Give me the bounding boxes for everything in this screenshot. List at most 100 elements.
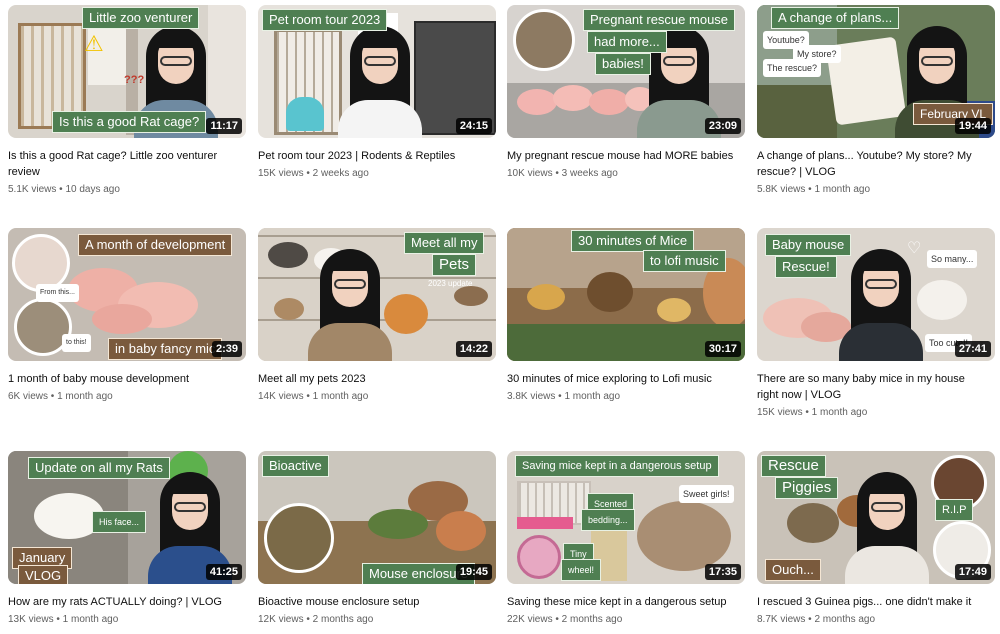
- video-card[interactable]: ⚠ ??? Little zoo venturer Is this a good…: [8, 5, 246, 197]
- video-card[interactable]: Meet all my Pets 2023 update 14:22 Meet …: [258, 228, 496, 404]
- video-thumbnail[interactable]: Bioactive Mouse enclosure 19:45: [258, 451, 496, 584]
- meta-separator: •: [555, 168, 559, 179]
- video-meta: 12K views • 2 months ago: [258, 613, 496, 627]
- video-thumbnail[interactable]: Saving mice kept in a dangerous setup Sc…: [507, 451, 745, 584]
- video-title[interactable]: 1 month of baby mouse development: [8, 371, 246, 387]
- video-card[interactable]: Rescue Piggies R.I.P Ouch... 17:49 I res…: [757, 451, 995, 627]
- meta-separator: •: [59, 184, 63, 195]
- view-count: 6K views: [8, 391, 49, 402]
- video-title[interactable]: Bioactive mouse enclosure setup: [258, 594, 496, 610]
- video-duration: 2:39: [211, 341, 242, 357]
- thumbnail-overlay-text: Pets: [432, 254, 477, 276]
- upload-age: 1 month ago: [312, 391, 369, 402]
- view-count: 12K views: [258, 614, 304, 625]
- view-count: 5.8K views: [757, 184, 806, 195]
- video-thumbnail[interactable]: Meet all my Pets 2023 update 14:22: [258, 228, 496, 361]
- thumbnail-overlay-text: Ouch...: [765, 559, 821, 581]
- video-duration: 17:35: [704, 564, 741, 580]
- view-count: 8.7K views: [757, 614, 806, 625]
- thumbnail-overlay-text: The rescue?: [763, 59, 822, 77]
- video-title[interactable]: My pregnant rescue mouse had MORE babies: [507, 148, 745, 164]
- video-title[interactable]: 30 minutes of mice exploring to Lofi mus…: [507, 371, 745, 387]
- video-duration: 24:15: [455, 118, 492, 134]
- video-card[interactable]: Saving mice kept in a dangerous setup Sc…: [507, 451, 745, 627]
- view-count: 5.1K views: [8, 184, 57, 195]
- upload-age: 10 days ago: [65, 184, 120, 195]
- upload-age: 2 months ago: [312, 614, 374, 625]
- thumbnail-overlay-text: wheel!: [561, 559, 602, 581]
- video-thumbnail[interactable]: From this... to this! A month of develop…: [8, 228, 246, 361]
- video-meta: 3.8K views • 1 month ago: [507, 390, 745, 404]
- video-thumbnail[interactable]: Rescue Piggies R.I.P Ouch... 17:49: [757, 451, 995, 584]
- thumbnail-overlay-text: From this...: [36, 284, 80, 302]
- upload-age: 2 months ago: [561, 614, 623, 625]
- video-card[interactable]: 30 minutes of Mice to lofi music 30:17 3…: [507, 228, 745, 404]
- video-title[interactable]: Saving these mice kept in a dangerous se…: [507, 594, 745, 610]
- video-card[interactable]: Update on all my Rats January VLOG His f…: [8, 451, 246, 627]
- thumbnail-overlay-text: Pet room tour 2023: [262, 9, 388, 31]
- video-thumbnail[interactable]: 30 minutes of Mice to lofi music 30:17: [507, 228, 745, 361]
- video-thumbnail[interactable]: Update on all my Rats January VLOG His f…: [8, 451, 246, 584]
- thumbnail-overlay-text: Rescue: [761, 455, 826, 477]
- video-title[interactable]: I rescued 3 Guinea pigs... one didn't ma…: [757, 594, 995, 610]
- video-thumbnail[interactable]: ♡ Baby mouse Rescue! So many... Too cute…: [757, 228, 995, 361]
- view-count: 15K views: [757, 407, 803, 418]
- view-count: 10K views: [507, 168, 553, 179]
- thumbnail-overlay-text: His face...: [92, 511, 147, 533]
- video-meta: 15K views • 1 month ago: [757, 406, 995, 420]
- thumbnail-overlay-text: babies!: [595, 53, 651, 75]
- meta-separator: •: [558, 391, 562, 402]
- video-meta: 5.1K views • 10 days ago: [8, 183, 246, 197]
- video-title[interactable]: A change of plans... Youtube? My store? …: [757, 148, 995, 180]
- warning-icon: ⚠: [84, 31, 104, 56]
- thumbnail-overlay-text: Saving mice kept in a dangerous setup: [515, 455, 719, 477]
- video-meta: 8.7K views • 2 months ago: [757, 613, 995, 627]
- video-duration: 41:25: [205, 564, 242, 580]
- upload-age: 1 month ago: [814, 184, 871, 195]
- thumbnail-overlay-text: had more...: [587, 31, 667, 53]
- upload-age: 2 weeks ago: [312, 168, 369, 179]
- video-meta: 15K views • 2 weeks ago: [258, 167, 496, 181]
- thumbnail-overlay-text: R.I.P: [935, 499, 974, 521]
- video-duration: 19:45: [455, 564, 492, 580]
- video-duration: 30:17: [704, 341, 741, 357]
- thumbnail-overlay-text: to lofi music: [643, 250, 726, 272]
- view-count: 22K views: [507, 614, 553, 625]
- video-title[interactable]: Pet room tour 2023 | Rodents & Reptiles: [258, 148, 496, 164]
- video-duration: 17:49: [954, 564, 991, 580]
- thumbnail-overlay-text: So many...: [927, 250, 978, 268]
- video-thumbnail[interactable]: Pet room tour 2023 24:15: [258, 5, 496, 138]
- meta-separator: •: [306, 168, 310, 179]
- thumbnail-overlay-text: Little zoo venturer: [82, 7, 200, 29]
- video-card[interactable]: Bioactive Mouse enclosure 19:45 Bioactiv…: [258, 451, 496, 627]
- meta-separator: •: [306, 391, 310, 402]
- video-meta: 22K views • 2 months ago: [507, 613, 745, 627]
- meta-separator: •: [555, 614, 559, 625]
- video-card[interactable]: Youtube? My store? The rescue? A change …: [757, 5, 995, 197]
- video-title[interactable]: There are so many baby mice in my house …: [757, 371, 995, 403]
- thumbnail-overlay-text: Update on all my Rats: [28, 457, 170, 479]
- upload-age: 3 weeks ago: [561, 168, 618, 179]
- video-title[interactable]: Is this a good Rat cage? Little zoo vent…: [8, 148, 246, 180]
- video-duration: 14:22: [455, 341, 492, 357]
- video-card[interactable]: Pregnant rescue mouse had more... babies…: [507, 5, 745, 181]
- thumbnail-overlay-text: A change of plans...: [771, 7, 900, 29]
- video-duration: 23:09: [704, 118, 741, 134]
- video-thumbnail[interactable]: ⚠ ??? Little zoo venturer Is this a good…: [8, 5, 246, 138]
- thumbnail-overlay-text: Rescue!: [775, 256, 837, 278]
- upload-age: 1 month ago: [62, 614, 119, 625]
- video-card[interactable]: Pet room tour 2023 24:15 Pet room tour 2…: [258, 5, 496, 181]
- meta-separator: •: [808, 614, 812, 625]
- video-card[interactable]: From this... to this! A month of develop…: [8, 228, 246, 404]
- video-duration: 27:41: [954, 341, 991, 357]
- video-title[interactable]: How are my rats ACTUALLY doing? | VLOG: [8, 594, 246, 610]
- video-duration: 19:44: [954, 118, 991, 134]
- video-meta: 6K views • 1 month ago: [8, 390, 246, 404]
- thumbnail-overlay-text: Sweet girls!: [679, 485, 734, 503]
- video-card[interactable]: ♡ Baby mouse Rescue! So many... Too cute…: [757, 228, 995, 420]
- view-count: 15K views: [258, 168, 304, 179]
- video-thumbnail[interactable]: Pregnant rescue mouse had more... babies…: [507, 5, 745, 138]
- video-thumbnail[interactable]: Youtube? My store? The rescue? A change …: [757, 5, 995, 138]
- video-title[interactable]: Meet all my pets 2023: [258, 371, 496, 387]
- upload-age: 1 month ago: [57, 391, 113, 402]
